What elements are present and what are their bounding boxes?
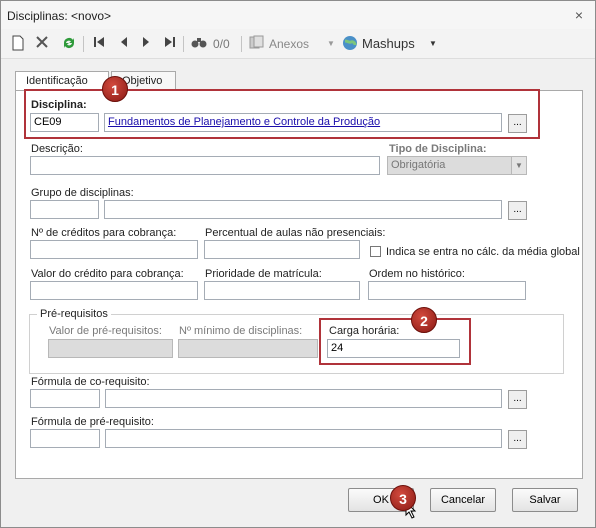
- chevron-down-icon[interactable]: ▼: [429, 35, 437, 53]
- first-icon[interactable]: [93, 35, 105, 53]
- tipo-label: Tipo de Disciplina:: [389, 143, 487, 155]
- title-bar: Disciplinas: <novo> ×: [1, 1, 595, 29]
- grupo-name-field[interactable]: [104, 200, 502, 219]
- last-icon[interactable]: [164, 35, 176, 53]
- co-req-lookup-button[interactable]: ...: [508, 390, 527, 409]
- window: Disciplinas: <novo> × 0/0 Anexos ▼ Mashu…: [0, 0, 596, 528]
- prereq-group-label: Pré-requisitos: [37, 308, 111, 320]
- grupo-code-field[interactable]: [30, 200, 99, 219]
- carga-label: Carga horária:: [329, 325, 400, 337]
- step-badge-2: 2: [411, 307, 437, 333]
- pre-req-lookup-button[interactable]: ...: [508, 430, 527, 449]
- chevron-down-icon[interactable]: ▼: [327, 35, 335, 53]
- creditos-field[interactable]: [30, 240, 198, 259]
- tab-identificacao[interactable]: Identificação: [15, 71, 109, 91]
- cancel-button[interactable]: Cancelar: [430, 488, 496, 512]
- disciplina-label: Disciplina:: [31, 99, 87, 111]
- refresh-icon[interactable]: [61, 35, 77, 53]
- step-badge-3: 3: [390, 485, 416, 511]
- record-counter: 0/0: [213, 37, 230, 51]
- co-req-formula-field[interactable]: [105, 389, 502, 408]
- mashups-icon: [342, 35, 358, 53]
- creditos-label: Nº de créditos para cobrança:: [31, 227, 177, 239]
- carga-field[interactable]: 24: [327, 339, 460, 358]
- toolbar: 0/0 Anexos ▼ Mashups ▼: [1, 29, 595, 59]
- tab-label: Objetivo: [122, 75, 163, 87]
- indica-label: Indica se entra no cálc. da média global: [386, 246, 580, 258]
- ordem-field[interactable]: [368, 281, 526, 300]
- chevron-down-icon[interactable]: ▼: [511, 157, 526, 174]
- min-disciplinas-field: [178, 339, 318, 358]
- toolbar-separator: [83, 36, 84, 52]
- disciplina-name-link[interactable]: Fundamentos de Planejamento e Controle d…: [108, 116, 380, 128]
- disciplina-code-field[interactable]: CE09: [30, 113, 99, 132]
- co-req-label: Fórmula de co-requisito:: [31, 376, 150, 388]
- next-icon[interactable]: [141, 35, 151, 53]
- attachment-icon: [249, 35, 265, 53]
- grupo-label: Grupo de disciplinas:: [31, 187, 134, 199]
- tipo-select[interactable]: Obrigatória: [387, 156, 527, 175]
- pre-req-code-field[interactable]: [30, 429, 100, 448]
- window-title: Disciplinas: <novo>: [7, 9, 112, 23]
- pre-req-formula-field[interactable]: [105, 429, 502, 448]
- percentual-label: Percentual de aulas não presenciais:: [205, 227, 386, 239]
- valor-credito-label: Valor do crédito para cobrança:: [31, 268, 184, 280]
- tipo-value: Obrigatória: [391, 159, 446, 171]
- prioridade-label: Prioridade de matrícula:: [205, 268, 322, 280]
- descricao-label: Descrição:: [31, 143, 83, 155]
- valor-prereq-field: [48, 339, 173, 358]
- percentual-field[interactable]: [204, 240, 360, 259]
- prioridade-field[interactable]: [204, 281, 360, 300]
- binoculars-icon[interactable]: [191, 35, 207, 53]
- tab-label: Identificação: [26, 75, 88, 87]
- save-button[interactable]: Salvar: [512, 488, 578, 512]
- mashups-button[interactable]: Mashups: [362, 35, 415, 53]
- grupo-lookup-button[interactable]: ...: [508, 201, 527, 220]
- pre-req-label: Fórmula de pré-requisito:: [31, 416, 154, 428]
- close-icon[interactable]: ×: [575, 7, 583, 23]
- disciplina-lookup-button[interactable]: ...: [508, 114, 527, 133]
- descricao-field[interactable]: [30, 156, 380, 175]
- step-badge-1: 1: [102, 76, 128, 102]
- prev-icon[interactable]: [119, 35, 129, 53]
- indica-checkbox[interactable]: [370, 246, 381, 257]
- anexos-button[interactable]: Anexos: [269, 35, 309, 53]
- toolbar-separator: [241, 36, 242, 52]
- min-disciplinas-label: Nº mínimo de disciplinas:: [179, 325, 303, 337]
- toolbar-separator: [183, 36, 184, 52]
- valor-credito-field[interactable]: [30, 281, 198, 300]
- disciplina-name-field[interactable]: Fundamentos de Planejamento e Controle d…: [104, 113, 502, 132]
- valor-prereq-label: Valor de pré-requisitos:: [49, 325, 162, 337]
- co-req-code-field[interactable]: [30, 389, 100, 408]
- new-icon[interactable]: [11, 35, 25, 53]
- delete-icon[interactable]: [35, 35, 49, 53]
- ordem-label: Ordem no histórico:: [369, 268, 465, 280]
